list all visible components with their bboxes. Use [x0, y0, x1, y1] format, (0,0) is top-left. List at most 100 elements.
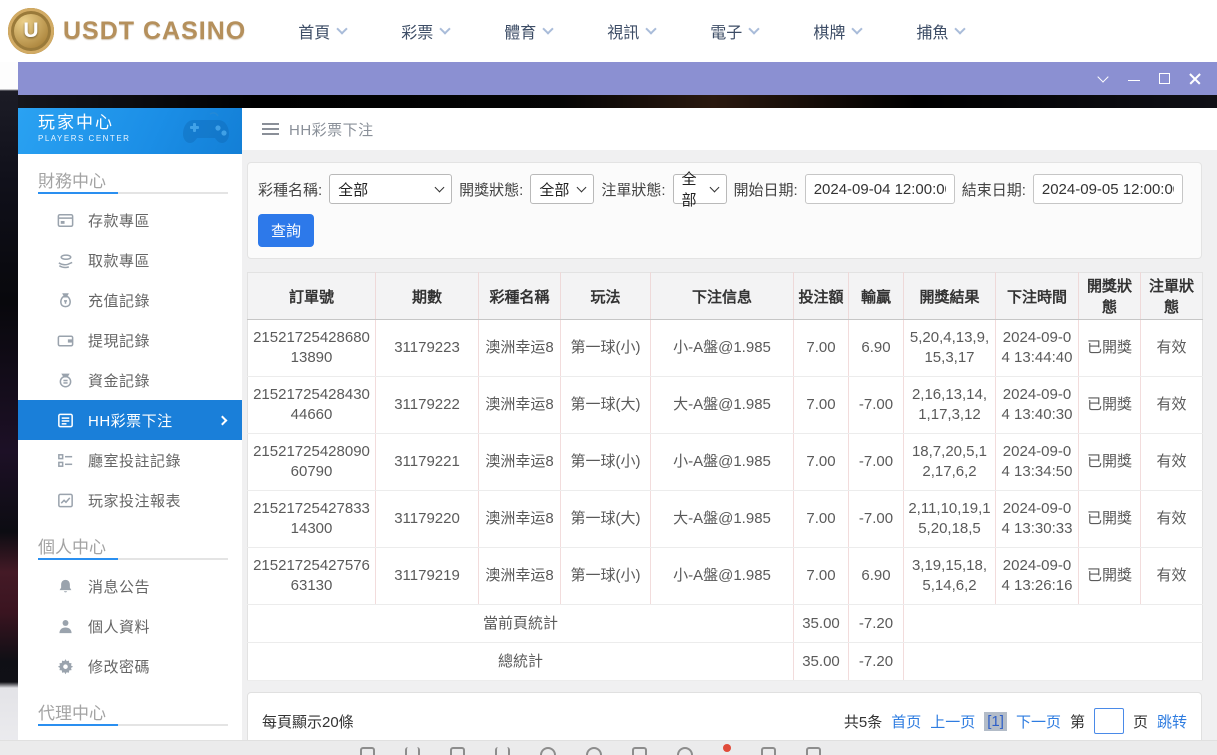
- first-page-link[interactable]: 首页: [891, 711, 921, 732]
- sidebar-item[interactable]: 存款專區: [18, 200, 242, 240]
- chevron-down-icon[interactable]: [1087, 62, 1118, 95]
- taskbar-icon[interactable]: [405, 747, 420, 755]
- page-size-text: 每頁顯示20條: [262, 711, 354, 732]
- table-row: 215217254278331430031179220澳洲幸运8第一球(大)大-…: [248, 491, 1203, 548]
- draw-status-select[interactable]: 全部: [530, 174, 594, 204]
- taskbar-icon[interactable]: [806, 747, 821, 755]
- table-cell: 2,11,10,19,15,20,18,5: [904, 491, 996, 548]
- chevron-down-icon: [852, 23, 863, 34]
- grand-summary-winloss: -7.20: [849, 643, 904, 681]
- table-cell: 澳洲幸运8: [479, 377, 561, 434]
- table-cell: 有效: [1141, 548, 1203, 605]
- maximize-icon[interactable]: [1149, 62, 1180, 95]
- sidebar-section-title: 代理中心: [18, 686, 242, 724]
- nav-item[interactable]: 首頁: [298, 19, 346, 43]
- sidebar-item-label: 玩家投注報表: [88, 490, 181, 511]
- taskbar-icon[interactable]: [677, 747, 693, 755]
- column-header: 開獎狀態: [1079, 273, 1141, 320]
- sidebar-item[interactable]: 玩家投注報表: [18, 480, 242, 520]
- chevron-down-icon: [577, 183, 587, 193]
- withdraw-icon: [56, 251, 75, 270]
- taskbar-icon[interactable]: [360, 747, 375, 755]
- jump-prefix-label: 第: [1070, 711, 1085, 732]
- nav-item[interactable]: 彩票: [401, 19, 449, 43]
- taskbar-icons: [360, 747, 821, 755]
- lottery-bet-icon: [56, 411, 75, 430]
- top-navbar: U USDT CASINO 首頁 彩票 體育 視訊 電子 棋牌 捕魚: [0, 0, 1217, 62]
- next-page-link[interactable]: 下一页: [1016, 711, 1061, 732]
- grand-summary-row: 總統計 35.00 -7.20: [248, 643, 1203, 681]
- bell-icon: [56, 577, 75, 596]
- jump-page-input[interactable]: [1094, 708, 1124, 734]
- jump-suffix-label: 页: [1133, 711, 1148, 732]
- taskbar-icon[interactable]: [540, 747, 556, 755]
- sidebar-item[interactable]: 提現記錄: [18, 320, 242, 360]
- total-count-text: 共5条: [844, 711, 882, 732]
- table-cell: 大-A盤@1.985: [651, 377, 794, 434]
- nav-item[interactable]: 棋牌: [813, 19, 861, 43]
- table-cell: 澳洲幸运8: [479, 491, 561, 548]
- sidebar-item[interactable]: 取款專區: [18, 240, 242, 280]
- table-cell: 2024-09-04 13:26:16: [996, 548, 1079, 605]
- page-title: HH彩票下注: [289, 119, 374, 140]
- page-summary-row: 當前頁統計 35.00 -7.20: [248, 605, 1203, 643]
- chevron-down-icon: [337, 23, 348, 34]
- content-header: HH彩票下注: [242, 108, 1217, 150]
- nav-item[interactable]: 電子: [710, 19, 758, 43]
- column-header: 訂單號: [248, 273, 376, 320]
- close-icon[interactable]: [1180, 62, 1211, 95]
- search-button[interactable]: 查詢: [258, 214, 314, 247]
- table-cell: 18,7,20,5,12,17,6,2: [904, 434, 996, 491]
- nav-item[interactable]: 捕魚: [916, 19, 964, 43]
- chevron-down-icon: [955, 23, 966, 34]
- chevron-down-icon: [440, 23, 451, 34]
- table-row: 215217254286801389031179223澳洲幸运8第一球(小)小-…: [248, 320, 1203, 377]
- deposit-icon: [56, 211, 75, 230]
- taskbar-icon[interactable]: [761, 747, 776, 755]
- prev-page-link[interactable]: 上一页: [930, 711, 975, 732]
- start-date-label: 開始日期:: [734, 179, 798, 200]
- chevron-down-icon: [543, 23, 554, 34]
- brand-logo[interactable]: U USDT CASINO: [8, 8, 246, 54]
- column-header: 下注信息: [651, 273, 794, 320]
- sidebar-item[interactable]: 資金記錄: [18, 360, 242, 400]
- taskbar-icon[interactable]: [495, 747, 510, 755]
- hero-background-strip: [18, 95, 1217, 108]
- lottery-label: 彩種名稱:: [258, 179, 322, 200]
- page-summary-bet: 35.00: [794, 605, 849, 643]
- lottery-select[interactable]: 全部: [329, 174, 452, 204]
- nav-item[interactable]: 體育: [504, 19, 552, 43]
- minimize-icon[interactable]: [1118, 62, 1149, 95]
- table-cell: 2152172542783314300: [248, 491, 376, 548]
- table-cell: 6.90: [849, 320, 904, 377]
- start-date-input[interactable]: [805, 174, 955, 204]
- table-cell: 已開獎: [1079, 491, 1141, 548]
- sidebar-item[interactable]: HH彩票下注: [18, 400, 242, 440]
- taskbar-icon[interactable]: [586, 747, 602, 755]
- column-header: 注單狀態: [1141, 273, 1203, 320]
- sidebar-item[interactable]: 廳室投註記錄: [18, 440, 242, 480]
- taskbar-icon[interactable]: [632, 747, 647, 755]
- page-background-strip: [0, 62, 18, 755]
- taskbar-icon[interactable]: [450, 747, 465, 755]
- table-cell: 31179222: [376, 377, 479, 434]
- sidebar-item[interactable]: 消息公告: [18, 566, 242, 606]
- nav-item[interactable]: 視訊: [607, 19, 655, 43]
- hamburger-icon[interactable]: [262, 123, 279, 135]
- sidebar-item[interactable]: 修改密碼: [18, 646, 242, 686]
- nav-item-label: 視訊: [607, 19, 639, 43]
- table-cell: 7.00: [794, 548, 849, 605]
- sidebar-item-label: 存款專區: [88, 210, 150, 231]
- chevron-right-icon: [218, 415, 228, 425]
- jump-link[interactable]: 跳转: [1157, 711, 1187, 732]
- order-status-select[interactable]: 全部: [673, 174, 727, 204]
- end-date-input[interactable]: [1033, 174, 1183, 204]
- column-header: 投注額: [794, 273, 849, 320]
- sidebar-item[interactable]: 個人資料: [18, 606, 242, 646]
- sidebar-item[interactable]: 充值記錄: [18, 280, 242, 320]
- draw-status-label: 開獎狀態:: [459, 179, 523, 200]
- window-titlebar[interactable]: [18, 62, 1217, 95]
- brand-logo-icon: U: [8, 8, 54, 54]
- table-cell: 大-A盤@1.985: [651, 491, 794, 548]
- sidebar-item-label: 充值記錄: [88, 290, 150, 311]
